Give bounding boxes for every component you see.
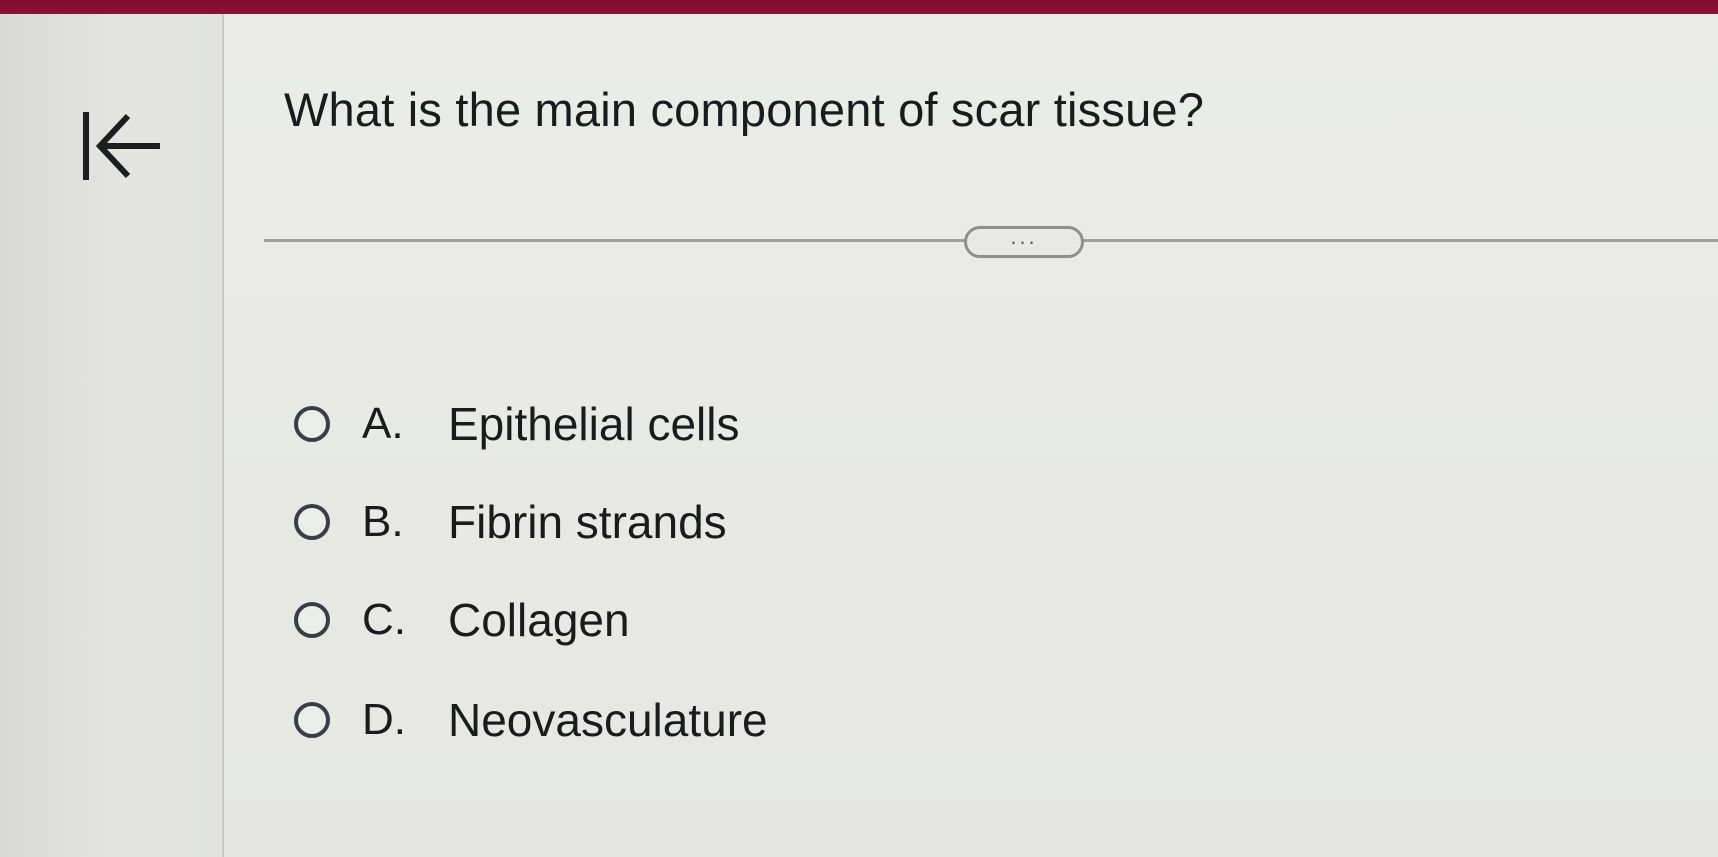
- collapse-left-arrow-icon: [83, 112, 160, 180]
- option-c[interactable]: C. Collagen: [294, 590, 630, 650]
- option-text: Epithelial cells: [448, 398, 740, 450]
- radio-button[interactable]: [294, 504, 330, 540]
- option-letter: B.: [362, 497, 404, 546]
- more-dots-icon: ...: [1010, 224, 1038, 249]
- radio-button[interactable]: [294, 602, 330, 638]
- option-text: Collagen: [448, 594, 630, 646]
- option-letter: C.: [362, 595, 406, 644]
- option-letter: A.: [362, 399, 404, 448]
- expand-button[interactable]: ...: [964, 226, 1084, 258]
- option-text: Fibrin strands: [448, 496, 727, 548]
- collapse-panel-button[interactable]: [80, 108, 180, 192]
- question-text: What is the main component of scar tissu…: [284, 83, 1205, 136]
- option-d[interactable]: D. Neovasculature: [294, 690, 768, 750]
- radio-button[interactable]: [294, 702, 330, 738]
- option-letter: D.: [362, 695, 406, 744]
- question-content: What is the main component of scar tissu…: [224, 14, 1718, 857]
- left-panel: [0, 14, 224, 857]
- option-b[interactable]: B. Fibrin strands: [294, 492, 727, 552]
- option-text: Neovasculature: [448, 694, 768, 746]
- radio-button[interactable]: [294, 406, 330, 442]
- option-a[interactable]: A. Epithelial cells: [294, 394, 739, 454]
